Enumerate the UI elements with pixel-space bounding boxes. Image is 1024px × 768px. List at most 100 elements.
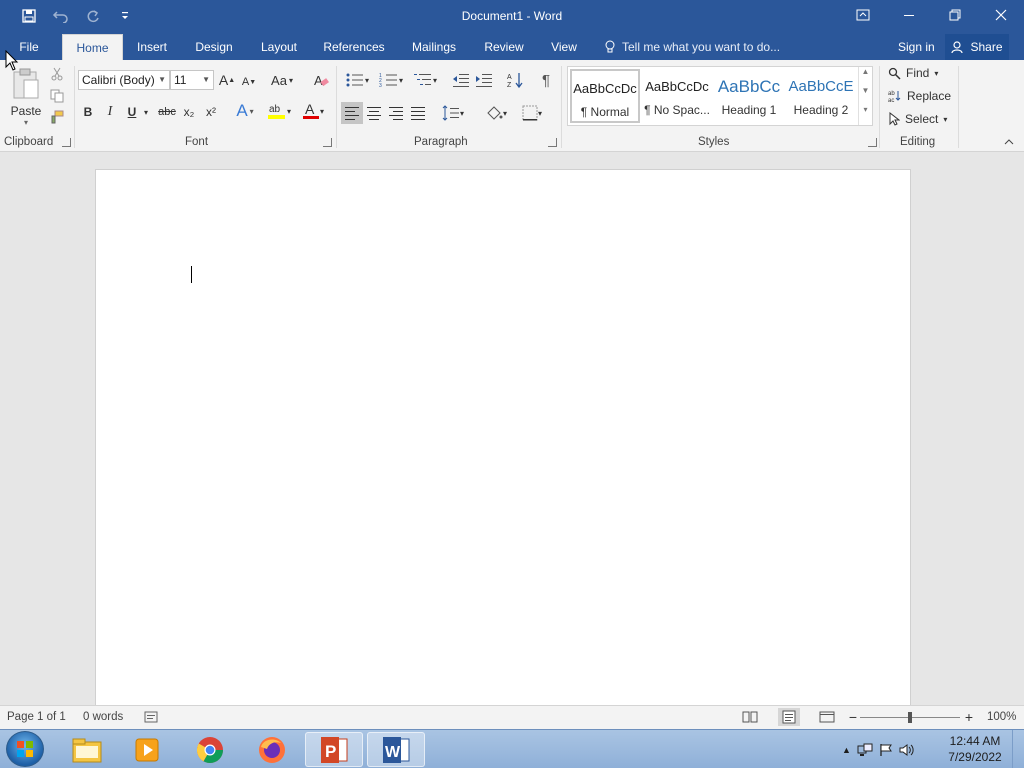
decrease-indent-icon[interactable]: [451, 70, 471, 90]
share-button[interactable]: Share: [945, 34, 1009, 60]
show-desktop-button[interactable]: [1012, 730, 1024, 768]
increase-indent-icon[interactable]: [474, 70, 494, 90]
tab-mailings[interactable]: Mailings: [402, 34, 466, 60]
borders-button[interactable]: ▾: [516, 102, 548, 124]
italic-button[interactable]: I: [102, 102, 118, 122]
font-launcher-icon[interactable]: [323, 138, 332, 147]
word-count[interactable]: 0 words: [83, 711, 123, 723]
clipboard-group-label: Clipboard: [4, 136, 54, 148]
tell-me-search[interactable]: Tell me what you want to do...: [604, 34, 780, 60]
zoom-in-icon[interactable]: +: [962, 708, 976, 726]
select-button[interactable]: Select ▾: [888, 112, 947, 126]
align-center-icon[interactable]: [364, 102, 384, 124]
styles-launcher-icon[interactable]: [868, 138, 877, 147]
document-page[interactable]: [95, 169, 911, 709]
subscript-button[interactable]: x₂: [180, 102, 198, 122]
tab-design[interactable]: Design: [188, 34, 240, 60]
separator: [561, 66, 562, 148]
media-player-icon[interactable]: [118, 732, 176, 767]
bullets-button[interactable]: ▾: [342, 70, 372, 90]
change-case-button[interactable]: Aa ▾: [268, 70, 296, 90]
web-layout-icon[interactable]: [818, 709, 836, 725]
clear-formatting-icon[interactable]: A: [310, 70, 332, 90]
zoom-slider-thumb[interactable]: [908, 712, 912, 723]
highlight-button[interactable]: ab ▾: [264, 100, 294, 122]
shrink-font-button[interactable]: A ▼: [240, 72, 258, 92]
style-no-spacing[interactable]: AaBbCcDc ¶ No Spac...: [642, 69, 712, 123]
paste-button[interactable]: Paste ▾: [8, 64, 44, 130]
sort-icon[interactable]: AZ: [505, 70, 525, 90]
close-icon[interactable]: [978, 0, 1024, 30]
zoom-out-icon[interactable]: −: [846, 708, 860, 726]
paste-label: Paste: [10, 103, 42, 118]
underline-dropdown-icon[interactable]: ▾: [141, 102, 151, 122]
gallery-scroll[interactable]: ▲ ▼ ▾: [858, 67, 872, 125]
tab-references[interactable]: References: [318, 34, 390, 60]
ribbon-display-options-icon[interactable]: [840, 0, 886, 30]
style-heading-1[interactable]: AaBbCc Heading 1: [714, 69, 784, 123]
action-center-flag-icon[interactable]: [879, 743, 893, 757]
font-size-combo[interactable]: 11 ▼: [170, 70, 214, 90]
style-sample: AaBbCcDc: [645, 79, 709, 94]
line-spacing-icon: [442, 105, 459, 121]
replace-button[interactable]: ab ac Replace: [888, 89, 951, 103]
style-normal[interactable]: AaBbCcDc ¶ Normal: [570, 69, 640, 123]
clipboard-launcher-icon[interactable]: [62, 138, 71, 147]
find-button[interactable]: Find ▾: [888, 66, 938, 80]
chrome-icon[interactable]: [181, 732, 239, 767]
show-formatting-marks-icon[interactable]: ¶: [536, 70, 556, 90]
multilevel-list-button[interactable]: ▾: [410, 70, 440, 90]
gallery-up-icon[interactable]: ▲: [859, 67, 872, 86]
style-sample: AaBbCc: [717, 77, 781, 96]
show-hidden-icons-icon[interactable]: ▲: [842, 745, 851, 755]
paragraph-launcher-icon[interactable]: [548, 138, 557, 147]
sign-in-link[interactable]: Sign in: [898, 34, 935, 60]
read-mode-icon[interactable]: [741, 709, 759, 725]
style-heading-2[interactable]: AaBbCcE Heading 2: [786, 69, 856, 123]
print-layout-icon[interactable]: [778, 708, 800, 726]
minimize-icon[interactable]: [886, 0, 932, 30]
bold-button[interactable]: B: [80, 102, 96, 122]
superscript-button[interactable]: x²: [202, 102, 220, 122]
align-right-icon[interactable]: [386, 102, 406, 124]
network-icon[interactable]: [857, 743, 873, 757]
restore-icon[interactable]: [932, 0, 978, 30]
tab-insert[interactable]: Insert: [128, 34, 176, 60]
font-name-combo[interactable]: Calibri (Body) ▼: [78, 70, 170, 90]
document-area: [0, 153, 1024, 709]
format-painter-icon[interactable]: [48, 109, 66, 125]
line-spacing-button[interactable]: ▾: [438, 102, 468, 124]
strikethrough-button[interactable]: abc: [156, 102, 178, 122]
word-icon[interactable]: W: [367, 732, 425, 767]
proofing-icon[interactable]: [143, 710, 159, 724]
shading-button[interactable]: ▾: [480, 102, 512, 124]
styles-group-label: Styles: [698, 136, 730, 148]
powerpoint-icon[interactable]: P: [305, 732, 363, 767]
volume-icon[interactable]: [899, 743, 915, 757]
tab-review[interactable]: Review: [478, 34, 530, 60]
font-color-button[interactable]: A ▾: [298, 100, 328, 122]
start-button[interactable]: [6, 731, 44, 767]
firefox-icon[interactable]: [243, 732, 301, 767]
gallery-down-icon[interactable]: ▼: [859, 86, 872, 105]
text-effects-button[interactable]: A ▾: [232, 100, 258, 122]
tab-layout[interactable]: Layout: [252, 34, 306, 60]
clock-time: 12:44 AM: [949, 734, 1001, 748]
copy-icon[interactable]: [48, 88, 66, 104]
gallery-more-icon[interactable]: ▾: [859, 105, 872, 124]
grow-font-button[interactable]: A ▲: [218, 70, 236, 90]
svg-text:ab: ab: [269, 104, 281, 115]
file-explorer-icon[interactable]: [58, 732, 116, 767]
page-count[interactable]: Page 1 of 1: [7, 711, 66, 723]
tab-view[interactable]: View: [542, 34, 586, 60]
collapse-ribbon-icon[interactable]: [1002, 136, 1016, 148]
numbering-button[interactable]: 123 ▾: [376, 70, 406, 90]
styles-gallery: AaBbCcDc ¶ Normal AaBbCcDc ¶ No Spac... …: [567, 66, 873, 126]
justify-icon[interactable]: [408, 102, 428, 124]
cut-icon[interactable]: [48, 66, 66, 82]
tab-home[interactable]: Home: [62, 34, 123, 60]
zoom-level[interactable]: 100%: [987, 711, 1016, 723]
clock[interactable]: 12:44 AM 7/29/2022: [940, 733, 1010, 765]
underline-button[interactable]: U: [124, 102, 140, 122]
align-left-icon[interactable]: [341, 102, 363, 124]
